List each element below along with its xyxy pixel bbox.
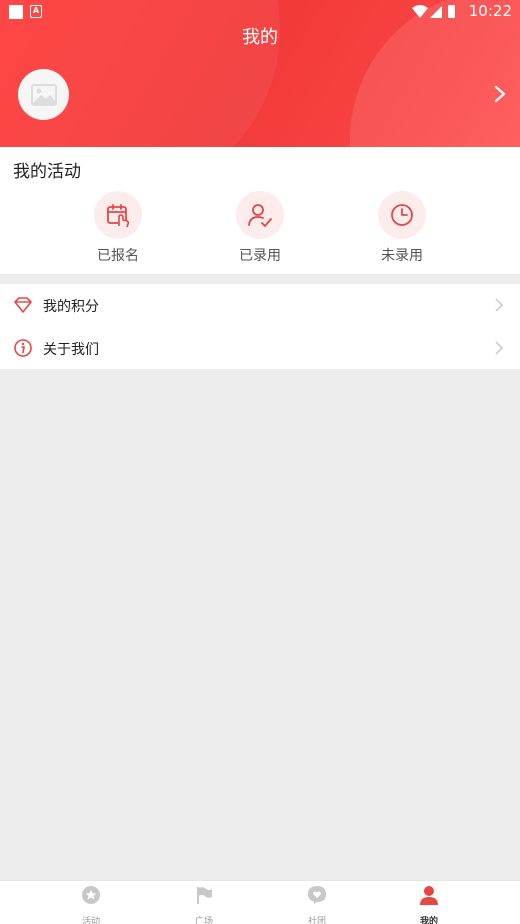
menu-item-points[interactable]: 我的积分 (0, 284, 520, 326)
activity-icon-circle (378, 191, 426, 239)
chevron-right-icon (495, 341, 504, 355)
diamond-icon (14, 297, 32, 313)
star-icon (82, 886, 100, 904)
activity-label: 已录用 (239, 248, 281, 264)
info-icon (14, 339, 32, 357)
flag-icon (197, 887, 212, 904)
tab-label: 我的 (419, 917, 438, 924)
bottom-tab-bar: 活动 广场 社团 我的 (0, 880, 520, 924)
clock-icon (391, 204, 413, 226)
chat-bubble-icon (308, 886, 326, 904)
notification-square-icon (9, 5, 23, 19)
calendar-touch-icon (107, 204, 130, 228)
activity-label: 未录用 (381, 248, 423, 264)
tab-label: 广场 (194, 917, 213, 924)
app-notification-icon: A (30, 5, 42, 18)
tab-label: 活动 (81, 917, 100, 924)
tab-plaza[interactable]: 广场 (174, 885, 234, 924)
menu-item-label: 关于我们 (43, 342, 99, 358)
settings-menu: 我的积分 关于我们 (0, 284, 520, 369)
menu-item-label: 我的积分 (43, 299, 99, 315)
avatar[interactable] (18, 69, 69, 120)
page-title: 我的 (242, 27, 278, 48)
status-bar: A 10:22 (0, 0, 520, 24)
my-activities-card: 我的活动 已报名 已录用 未录用 (0, 147, 520, 274)
activity-registered[interactable]: 已报名 (78, 191, 158, 265)
chevron-right-icon (495, 298, 504, 312)
activity-rejected[interactable]: 未录用 (362, 191, 442, 265)
menu-item-about[interactable]: 关于我们 (0, 327, 520, 369)
status-icons (412, 5, 455, 18)
person-icon (420, 886, 438, 905)
tab-mine[interactable]: 我的 (399, 885, 459, 924)
section-title: 我的活动 (13, 162, 81, 182)
activity-accepted[interactable]: 已录用 (220, 191, 300, 265)
tab-activities[interactable]: 活动 (61, 885, 121, 924)
image-placeholder-icon (30, 83, 57, 106)
status-time: 10:22 (468, 2, 512, 20)
profile-header: A 10:22 我的 (0, 0, 520, 147)
chevron-right-icon[interactable] (492, 84, 508, 104)
activity-icon-circle (236, 191, 284, 239)
wifi-icon (412, 5, 428, 18)
tab-clubs[interactable]: 社团 (287, 885, 347, 924)
user-check-icon (248, 204, 272, 227)
battery-icon (448, 5, 455, 18)
activity-icon-circle (94, 191, 142, 239)
activity-label: 已报名 (97, 248, 139, 264)
signal-icon (430, 6, 442, 18)
tab-label: 社团 (307, 917, 326, 924)
